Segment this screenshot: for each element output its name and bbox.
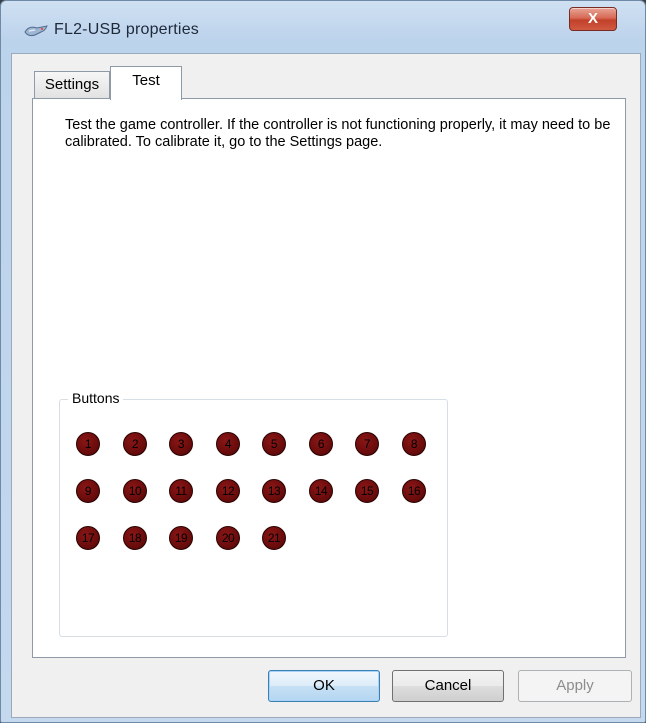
game-controller-icon [24,25,48,37]
apply-button: Apply [518,670,632,702]
tab-settings[interactable]: Settings [34,71,110,98]
button-indicator: 10 [123,479,147,503]
dialog-body: Settings Test Test the game controller. … [11,53,641,718]
button-indicator: 21 [262,526,286,550]
button-indicator: 1 [76,432,100,456]
button-indicator: 19 [169,526,193,550]
ok-button[interactable]: OK [268,670,380,702]
buttons-groupbox: Buttons 1 2 3 4 5 6 7 8 9 10 11 12 13 14 15 16 17 18 19 20 2… [59,390,448,637]
title-bar[interactable]: FL2-USB properties X [1,1,645,39]
close-icon: X [587,10,598,27]
cancel-button[interactable]: Cancel [392,670,504,702]
test-tab-panel: Test the game controller. If the control… [32,98,626,658]
button-indicator: 5 [262,432,286,456]
button-indicator: 8 [402,432,426,456]
button-indicator: 16 [402,479,426,503]
button-indicator: 6 [309,432,333,456]
close-button[interactable]: X [569,7,617,31]
button-indicator: 18 [123,526,147,550]
button-indicator: 2 [123,432,147,456]
window-title: FL2-USB properties [54,21,199,38]
button-indicator: 4 [216,432,240,456]
tab-test[interactable]: Test [110,66,182,100]
properties-window: FL2-USB properties X Settings Test Test … [0,0,646,723]
button-indicator: 14 [309,479,333,503]
button-indicator: 12 [216,479,240,503]
button-indicator: 13 [262,479,286,503]
button-indicator: 15 [355,479,379,503]
button-indicator: 3 [169,432,193,456]
button-indicator: 20 [216,526,240,550]
button-indicator: 11 [169,479,193,503]
tab-settings-label: Settings [44,76,100,93]
button-indicator: 9 [76,479,100,503]
tab-test-label: Test [132,72,160,89]
test-description: Test the game controller. If the control… [65,117,611,150]
button-indicator: 7 [355,432,379,456]
buttons-group-label: Buttons [68,390,124,406]
button-indicator: 17 [76,526,100,550]
